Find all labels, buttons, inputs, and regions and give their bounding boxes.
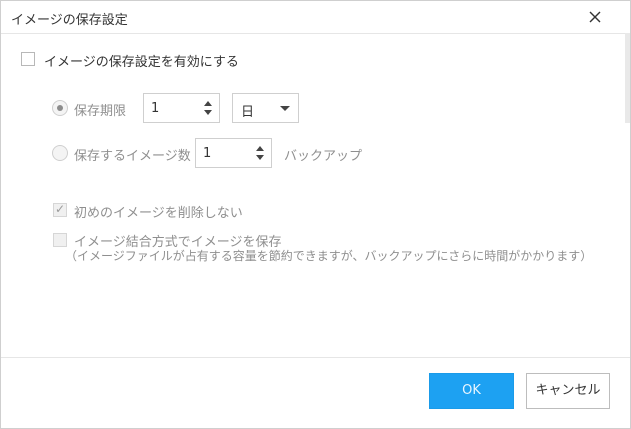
merge-mode-note: （イメージファイルが占有する容量を節約できますが、バックアップにさらに時間がかか… bbox=[65, 249, 593, 263]
image-count-suffix: バックアップ bbox=[284, 149, 363, 164]
keep-first-label[interactable]: 初めのイメージを削除しない bbox=[74, 202, 243, 221]
retention-period-label[interactable]: 保存期限 bbox=[74, 100, 126, 119]
scrollbar[interactable] bbox=[625, 33, 630, 123]
dialog-window: イメージの保存設定 イメージの保存設定を有効にする 保存期限 1 日 保存するイ… bbox=[0, 0, 631, 429]
retention-period-value: 1 bbox=[151, 101, 160, 116]
updown-arrows-icon[interactable] bbox=[256, 145, 264, 161]
dialog-title: イメージの保存設定 bbox=[11, 13, 128, 28]
title-bar: イメージの保存設定 bbox=[1, 1, 630, 34]
checkmark-icon: ✓ bbox=[55, 202, 66, 216]
enable-setting-checkbox[interactable] bbox=[21, 52, 35, 66]
image-count-label[interactable]: 保存するイメージ数 bbox=[74, 145, 191, 164]
close-icon[interactable] bbox=[585, 7, 605, 27]
ok-button[interactable]: OK bbox=[429, 373, 514, 409]
updown-arrows-icon[interactable] bbox=[204, 100, 212, 116]
retention-period-radio[interactable] bbox=[52, 100, 68, 116]
period-unit-select[interactable]: 日 bbox=[232, 93, 299, 123]
image-count-radio[interactable] bbox=[52, 145, 68, 161]
retention-period-stepper[interactable]: 1 bbox=[143, 93, 220, 123]
period-unit-value: 日 bbox=[241, 105, 255, 120]
chevron-down-icon bbox=[280, 106, 290, 111]
radio-selected-dot bbox=[57, 105, 63, 111]
cancel-button[interactable]: キャンセル bbox=[526, 373, 610, 409]
footer-divider bbox=[1, 357, 630, 358]
keep-first-checkbox[interactable]: ✓ bbox=[53, 202, 67, 217]
merge-mode-checkbox[interactable] bbox=[53, 233, 67, 247]
image-count-value: 1 bbox=[203, 146, 212, 161]
enable-setting-label[interactable]: イメージの保存設定を有効にする bbox=[44, 51, 239, 70]
image-count-stepper[interactable]: 1 bbox=[195, 138, 272, 168]
